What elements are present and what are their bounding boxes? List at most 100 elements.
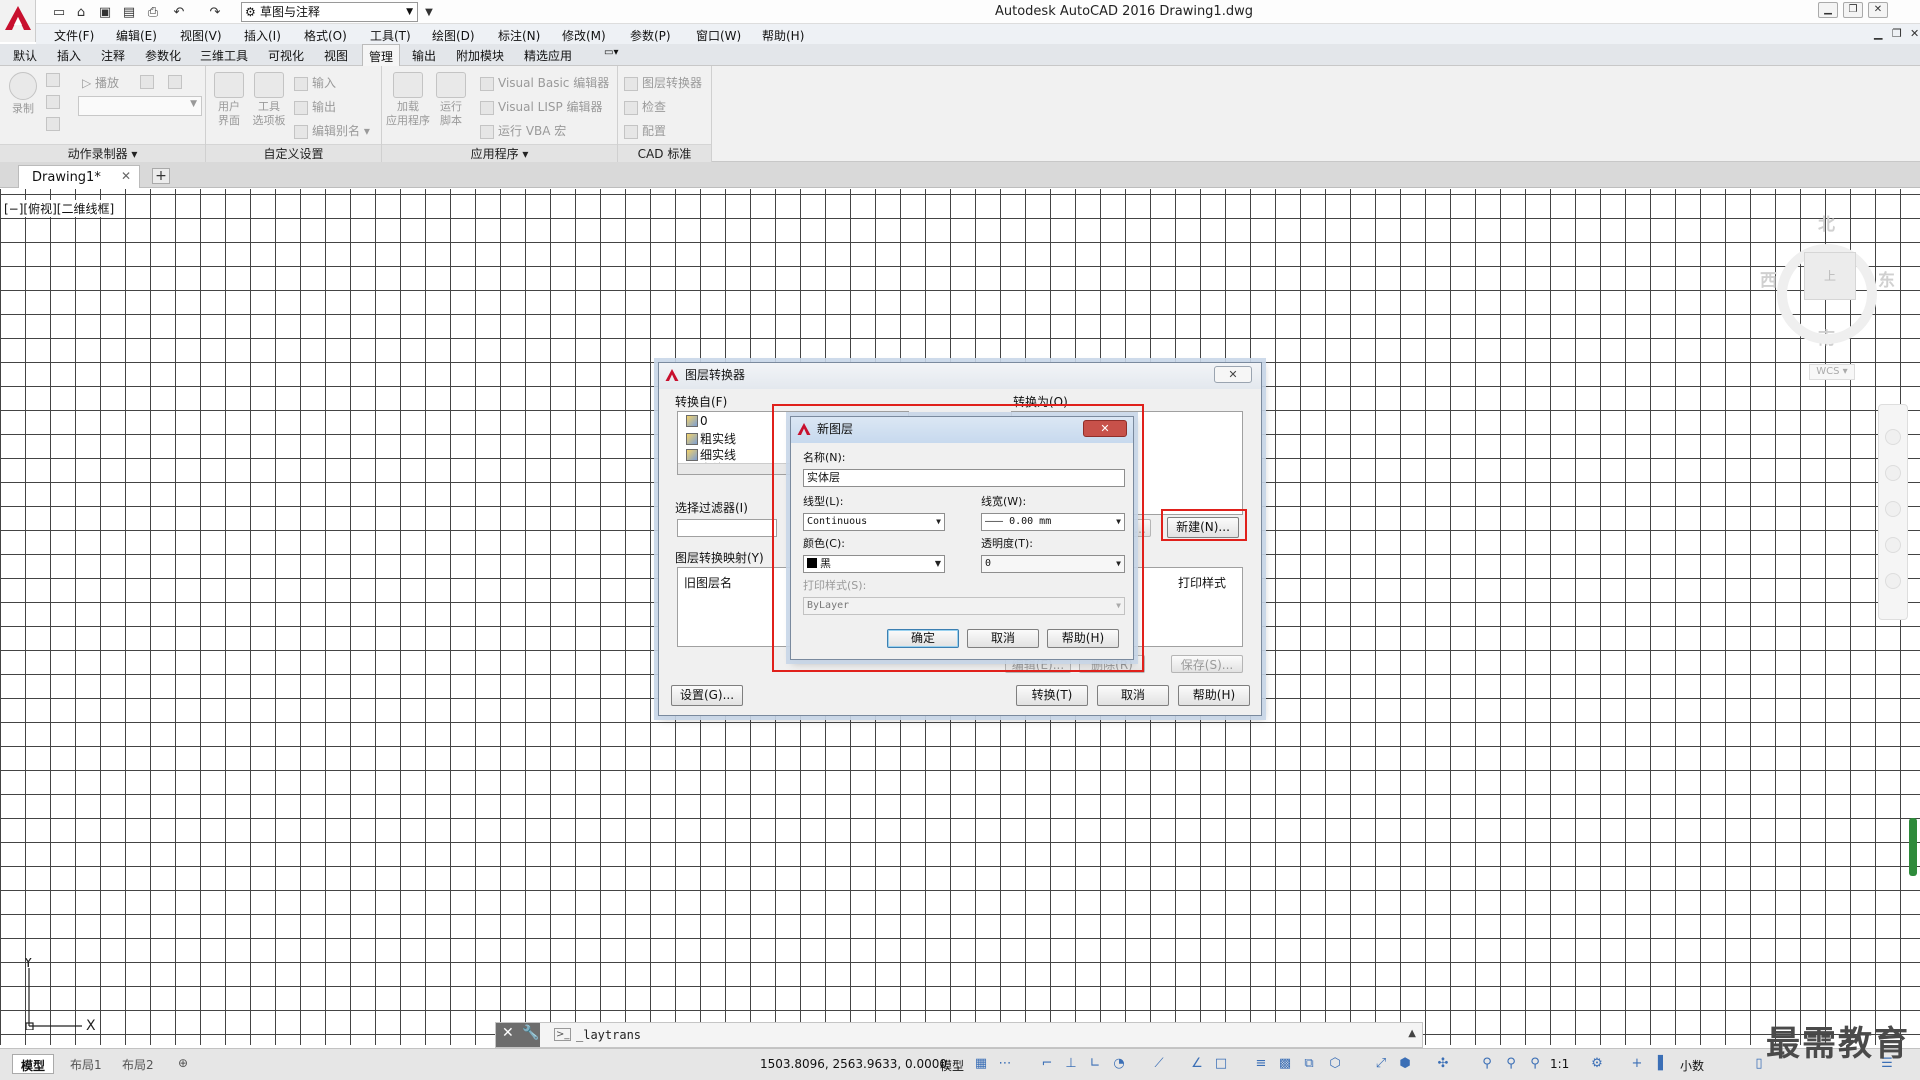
save-icon[interactable]: ▣ (96, 3, 114, 21)
col-old-layer[interactable]: 旧图层名 (684, 574, 732, 591)
document-tab[interactable]: Drawing1* ✕ (18, 165, 140, 188)
command-line[interactable]: ✕ 🔧 >_ _laytrans ▲ (495, 1022, 1423, 1048)
app-menu-button[interactable] (0, 0, 36, 42)
restore-button[interactable]: ❐ (1843, 2, 1863, 18)
layer-item[interactable]: 粗实线 (686, 430, 736, 447)
menu-view[interactable]: 视图(V) (180, 27, 222, 44)
record-button[interactable]: 录制 (4, 72, 42, 116)
viewcube-west[interactable]: 西 (1760, 266, 1777, 291)
layer-translator-title-bar[interactable]: 图层转换器 (659, 363, 1261, 389)
orbit-icon[interactable] (1885, 537, 1901, 553)
object-snap-icon[interactable]: □ (1214, 1057, 1228, 1071)
tab-output[interactable]: 输出 (412, 47, 436, 64)
menu-window[interactable]: 窗口(W) (696, 27, 741, 44)
annotation-monitor-icon[interactable]: + (1630, 1057, 1644, 1071)
tab-parametric[interactable]: 参数化 (145, 47, 181, 64)
workspace-select[interactable]: ⚙ 草图与注释 ▼ (241, 2, 418, 22)
tab-model[interactable]: 模型 (12, 1054, 55, 1074)
menu-format[interactable]: 格式(O) (304, 27, 347, 44)
viewcube-east[interactable]: 东 (1878, 266, 1895, 291)
tool-palettes-button[interactable]: 工具 选项板 (250, 72, 288, 128)
run-vba-button[interactable]: 运行 VBA 宏 (480, 122, 566, 139)
infer-constraints-icon[interactable]: ⌐ (1040, 1057, 1054, 1071)
add-layout-icon[interactable]: ⊕ (170, 1054, 196, 1074)
open-file-icon[interactable]: ⌂ (72, 3, 90, 21)
doc-minimize-icon[interactable]: ▁ (1874, 27, 1882, 40)
menu-modify[interactable]: 修改(M) (562, 27, 606, 44)
undo-icon[interactable]: ↶ (170, 3, 188, 21)
menu-insert[interactable]: 插入(I) (244, 27, 281, 44)
polar-icon[interactable]: ◔ (1112, 1057, 1126, 1071)
layer-translator-button[interactable]: 图层转换器 (624, 74, 702, 91)
menu-tools[interactable]: 工具(T) (370, 27, 411, 44)
quick-properties-icon[interactable]: ▯ (1752, 1057, 1766, 1071)
panel-title-applications[interactable]: 应用程序 ▾ (382, 144, 617, 162)
3d-osnap-icon[interactable]: ⬡ (1328, 1057, 1342, 1071)
configure-standards-button[interactable]: 配置 (624, 122, 666, 139)
selection-filter-icon[interactable]: ⬢ (1398, 1057, 1412, 1071)
close-command-icon[interactable]: ✕ (502, 1025, 514, 1041)
grid-icon[interactable]: ▦ (974, 1057, 988, 1071)
minimize-button[interactable]: ▁ (1818, 2, 1838, 18)
tab-manage[interactable]: 管理 (362, 44, 401, 66)
macro-option-b-icon[interactable] (168, 74, 186, 89)
settings-button[interactable]: 设置(G)... (671, 685, 743, 706)
macro-list-combo[interactable]: ▼ (78, 96, 202, 116)
insert-basepoint-icon[interactable] (46, 116, 64, 131)
model-space-toggle[interactable]: 模型 (940, 1057, 964, 1074)
save-mapping-button[interactable]: 保存(S)... (1171, 655, 1243, 673)
selection-cycling-icon[interactable]: ⧉ (1302, 1057, 1316, 1071)
run-script-button[interactable]: 运行 脚本 (432, 72, 470, 128)
snap-icon[interactable]: ⋯ (998, 1057, 1012, 1071)
menu-draw[interactable]: 绘图(D) (432, 27, 475, 44)
command-history-icon[interactable]: ▲ (1408, 1028, 1416, 1039)
print-icon[interactable]: ⎙ (144, 3, 162, 21)
layer-translator-close-button[interactable]: ✕ (1214, 366, 1252, 383)
request-input-icon[interactable] (46, 94, 64, 109)
layer-translator-cancel-button[interactable]: 取消 (1097, 685, 1169, 706)
menu-parametric[interactable]: 参数(P) (630, 27, 671, 44)
tab-layout1[interactable]: 布局1 (62, 1054, 110, 1074)
edit-aliases-button[interactable]: 编辑别名 ▾ (294, 122, 370, 139)
save-as-icon[interactable]: ▤ (120, 3, 138, 21)
isodraft-icon[interactable]: ⟋ (1152, 1057, 1166, 1071)
redo-icon[interactable]: ↷ (206, 3, 224, 21)
annotation-scale-select[interactable]: 1:1 (1550, 1057, 1569, 1071)
auto-scale-icon[interactable]: ⚲ (1504, 1057, 1518, 1071)
col-plot-style[interactable]: 打印样式 (1178, 574, 1226, 591)
tab-featured-apps[interactable]: 精选应用 (524, 47, 572, 64)
dynamic-input-icon[interactable]: ⊥ (1064, 1057, 1078, 1071)
dynamic-ucs-icon[interactable]: ⤢ (1374, 1057, 1388, 1071)
doc-close-icon[interactable]: ✕ (1910, 27, 1919, 40)
tab-3d-tools[interactable]: 三维工具 (200, 47, 248, 64)
new-tab-button[interactable]: + (152, 168, 170, 184)
menu-dimension[interactable]: 标注(N) (498, 27, 540, 44)
units-select[interactable]: 小数 (1680, 1057, 1704, 1074)
viewport-controls[interactable]: [−][俯视][二维线框] (2, 200, 117, 217)
play-button[interactable]: ▷ 播放 (82, 74, 119, 91)
isolate-objects-icon[interactable]: ▌ (1656, 1057, 1670, 1071)
ribbon-minimize-icon[interactable]: ▭▾ (604, 47, 618, 58)
quick-access-menu-icon[interactable]: ▼ (420, 3, 438, 21)
new-file-icon[interactable]: ▭ (50, 3, 68, 21)
layer-item[interactable]: 0 (686, 414, 708, 428)
doc-restore-icon[interactable]: ❐ (1892, 27, 1902, 40)
translate-button[interactable]: 转换(T) (1016, 685, 1088, 706)
gizmo-icon[interactable]: ✣ (1436, 1057, 1450, 1071)
lineweight-icon[interactable]: ≡ (1254, 1057, 1268, 1071)
panel-title-action-recorder[interactable]: 动作录制器 ▾ (0, 144, 205, 162)
selection-filter-input[interactable] (677, 519, 777, 537)
layer-translator-help-button[interactable]: 帮助(H) (1178, 685, 1250, 706)
viewcube[interactable]: 北 西 东 南 上 WCS ▾ (1752, 206, 1902, 386)
import-button[interactable]: 输入 (294, 74, 336, 91)
close-button[interactable]: ✕ (1868, 2, 1888, 18)
wcs-menu[interactable]: WCS ▾ (1809, 364, 1855, 380)
lisp-editor-button[interactable]: Visual LISP 编辑器 (480, 98, 603, 115)
load-application-button[interactable]: 加载 应用程序 (386, 72, 430, 128)
viewcube-top-face[interactable]: 上 (1804, 252, 1856, 300)
annotation-scale-icon[interactable]: ⚲ (1528, 1057, 1542, 1071)
showmotion-icon[interactable] (1885, 573, 1901, 589)
insert-message-icon[interactable] (46, 72, 64, 87)
object-snap-tracking-icon[interactable]: ∠ (1190, 1057, 1204, 1071)
check-standards-button[interactable]: 检查 (624, 98, 666, 115)
